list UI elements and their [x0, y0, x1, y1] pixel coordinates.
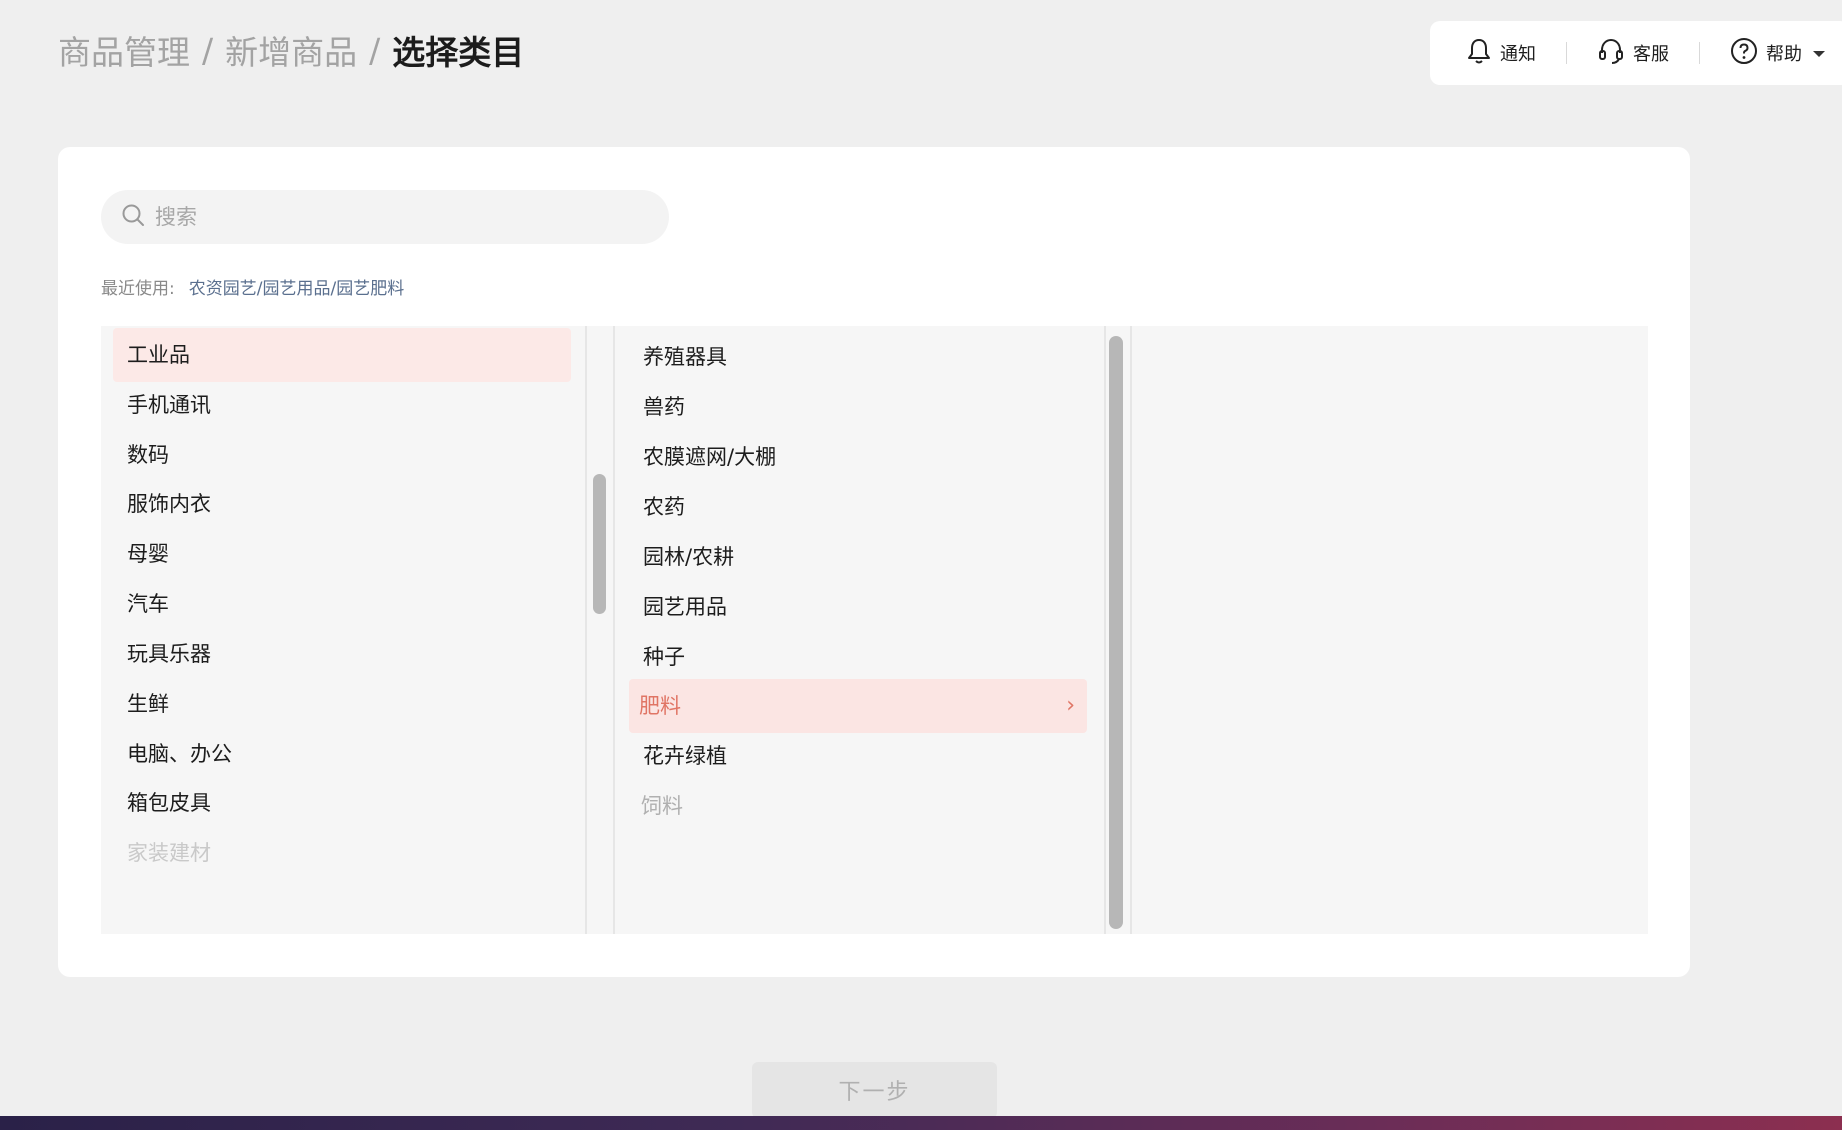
category-level1-item[interactable]: 母婴	[113, 527, 571, 581]
category-level1-item[interactable]: 电脑、办公	[113, 727, 571, 781]
category-level2-item[interactable]: 园林/农耕	[629, 530, 1087, 584]
headset-icon	[1597, 37, 1633, 70]
breadcrumb-separator: /	[369, 30, 381, 70]
column-divider	[585, 326, 587, 934]
category-level2-label: 肥料	[639, 694, 681, 718]
search-icon	[121, 203, 145, 231]
category-columns: 工业品 手机通讯 数码 服饰内衣 母婴 汽车 玩具乐器 生鲜 电脑、办公 箱包皮…	[101, 326, 1648, 934]
category-level1-item[interactable]: 家装建材	[113, 826, 571, 880]
customer-service-button[interactable]: 客服	[1597, 37, 1669, 70]
category-level1-item[interactable]: 箱包皮具	[113, 776, 571, 830]
notify-button[interactable]: 通知	[1466, 37, 1536, 70]
category-level1-item[interactable]: 数码	[113, 428, 571, 482]
breadcrumb-item-select-category: 选择类目	[392, 33, 525, 72]
category-level1-item[interactable]: 工业品	[113, 328, 571, 382]
next-step-button[interactable]: 下一步	[752, 1062, 997, 1118]
top-toolbar: 通知 客服 帮助	[1430, 21, 1842, 85]
question-circle-icon	[1730, 37, 1766, 70]
category-level1-item[interactable]: 服饰内衣	[113, 477, 571, 531]
category-select-card: 最近使用: 农资园艺/园艺用品/园艺肥料 工业品 手机通讯 数码 服饰内衣 母婴…	[58, 147, 1690, 977]
category-level3-list	[1132, 326, 1648, 934]
help-label: 帮助	[1766, 44, 1802, 65]
category-level1-list[interactable]: 工业品 手机通讯 数码 服饰内衣 母婴 汽车 玩具乐器 生鲜 电脑、办公 箱包皮…	[101, 326, 585, 934]
breadcrumb-separator: /	[202, 30, 214, 70]
category-level2-item[interactable]: 园艺用品	[629, 580, 1087, 634]
category-level2-item[interactable]: 种子	[629, 630, 1087, 684]
category-level2-item[interactable]: 花卉绿植	[629, 729, 1087, 783]
category-level1-item[interactable]: 生鲜	[113, 677, 571, 731]
category-level2-item[interactable]: 养殖器具	[629, 330, 1087, 384]
category-level2-item[interactable]: 农药	[629, 480, 1087, 534]
breadcrumb-item-add-product[interactable]: 新增商品	[225, 26, 357, 74]
notify-label: 通知	[1500, 44, 1536, 65]
level1-scrollbar[interactable]	[593, 474, 606, 614]
search-box[interactable]	[101, 190, 669, 244]
level2-scrollbar[interactable]	[1109, 336, 1123, 929]
category-level2-item[interactable]: 饲料	[629, 779, 1087, 833]
help-dropdown[interactable]: 帮助	[1730, 37, 1834, 70]
search-input[interactable]	[155, 205, 635, 229]
column-divider	[1104, 326, 1106, 934]
divider	[1699, 42, 1700, 64]
breadcrumb-item-product-management[interactable]: 商品管理	[58, 26, 190, 74]
chevron-right-icon: ›	[1066, 693, 1075, 718]
category-level2-item[interactable]: 兽药	[629, 380, 1087, 434]
customer-service-label: 客服	[1633, 44, 1669, 65]
divider	[1566, 42, 1567, 64]
bell-icon	[1466, 37, 1500, 70]
category-level1-item[interactable]: 汽车	[113, 577, 571, 631]
category-level2-item[interactable]: 农膜遮网/大棚	[629, 430, 1087, 484]
recent-used-label: 最近使用:	[101, 279, 175, 299]
recent-used: 最近使用: 农资园艺/园艺用品/园艺肥料	[101, 274, 404, 299]
category-level2-list[interactable]: 养殖器具 兽药 农膜遮网/大棚 农药 园林/农耕 园艺用品 种子 肥料 › 花卉…	[614, 326, 1104, 934]
category-level1-item[interactable]: 玩具乐器	[113, 627, 571, 681]
category-level1-item[interactable]: 手机通讯	[113, 378, 571, 432]
system-taskbar	[0, 1116, 1842, 1130]
breadcrumb: 商品管理 / 新增商品 / 选择类目	[58, 26, 524, 74]
recent-category-link[interactable]: 农资园艺/园艺用品/园艺肥料	[189, 274, 404, 299]
caret-down-icon	[1812, 43, 1834, 64]
category-level2-item-selected[interactable]: 肥料 ›	[629, 679, 1087, 733]
